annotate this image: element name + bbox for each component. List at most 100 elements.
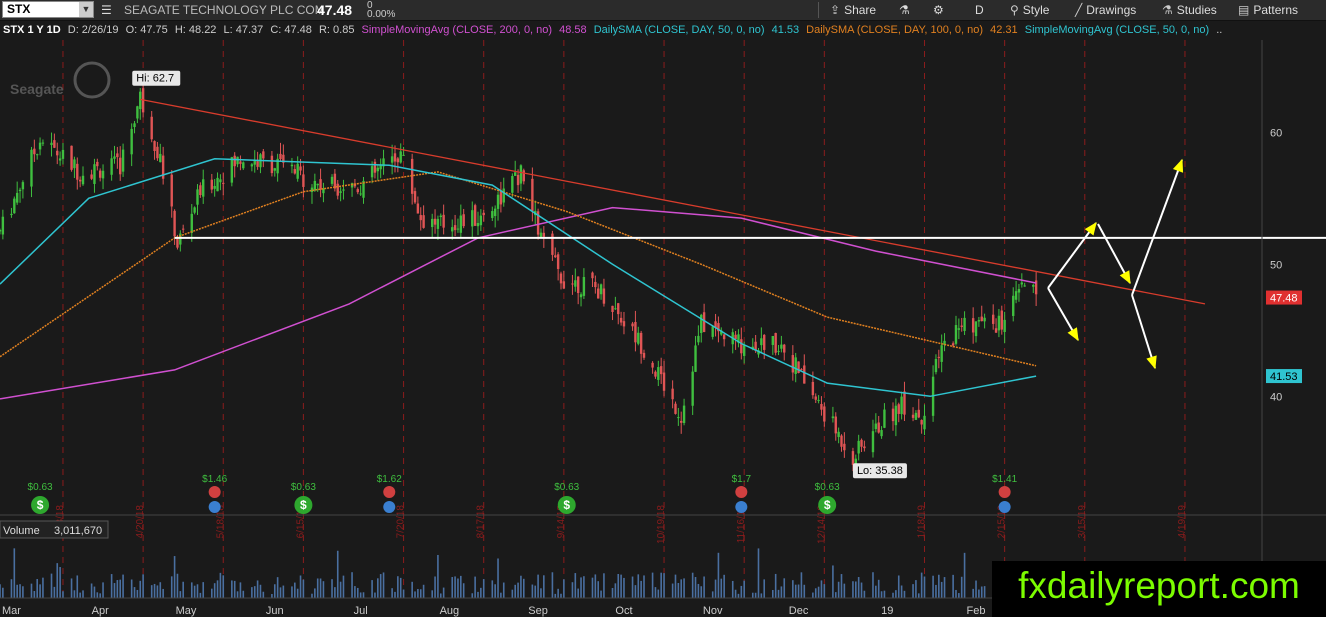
- volume-bar: [10, 579, 13, 598]
- volume-bar: [900, 585, 903, 598]
- patterns-button[interactable]: ▤ Patterns: [1238, 0, 1298, 20]
- candle-body: [379, 165, 382, 170]
- volume-bar: [82, 590, 84, 598]
- company-menu-icon[interactable]: ☰: [101, 0, 112, 20]
- conference-call-icon[interactable]: [735, 501, 748, 513]
- study-sma100-daily[interactable]: DailySMA (CLOSE, DAY, 100, 0, no): [806, 24, 983, 36]
- volume-bar: [162, 588, 164, 598]
- volume-bar: [917, 593, 920, 598]
- volume-bar: [316, 578, 319, 598]
- volume-bar: [500, 592, 502, 598]
- volume-bar: [259, 584, 262, 598]
- volume-bar: [219, 572, 222, 598]
- volume-bar: [797, 584, 800, 598]
- volume-bar: [895, 590, 897, 598]
- volume-bar: [537, 574, 539, 598]
- earnings-icon[interactable]: [735, 486, 748, 498]
- volume-bar: [603, 573, 605, 598]
- volume-bar: [554, 593, 557, 598]
- volume-bar: [331, 579, 333, 598]
- volume-bar: [236, 591, 239, 598]
- candle-body: [159, 153, 162, 163]
- volume-bar: [978, 589, 980, 598]
- low-label: Lo: 35.38: [857, 465, 903, 477]
- patterns-icon: ▤: [1238, 3, 1250, 17]
- candle-body: [920, 420, 923, 425]
- candle-body: [253, 160, 256, 165]
- candle-body: [216, 177, 219, 192]
- volume-bar: [302, 579, 305, 598]
- volume-bar: [883, 590, 886, 598]
- conference-call-icon[interactable]: [998, 501, 1011, 513]
- interval-button[interactable]: D: [975, 0, 984, 20]
- volume-bar: [397, 576, 399, 598]
- earnings-label: $1.41: [992, 474, 1017, 485]
- candle-body: [897, 404, 900, 414]
- candle-body: [81, 175, 85, 185]
- earnings-icon[interactable]: [998, 486, 1011, 498]
- volume-bar: [471, 593, 474, 598]
- gear-icon[interactable]: ⚙: [933, 0, 944, 20]
- style-button[interactable]: ⚲ Style: [1010, 0, 1049, 20]
- candle-body: [559, 273, 563, 284]
- candle-body: [233, 155, 236, 167]
- candle-body: [894, 405, 898, 426]
- symbol-dropdown-icon[interactable]: ▼: [79, 2, 93, 17]
- volume-bar: [356, 587, 359, 598]
- volume-bar: [780, 586, 783, 598]
- month-label: Jul: [354, 605, 368, 617]
- month-label: Mar: [2, 605, 21, 617]
- conference-call-icon[interactable]: [383, 501, 396, 513]
- drawings-button[interactable]: ╱ Drawings: [1075, 0, 1136, 20]
- volume-bar: [431, 590, 433, 598]
- price-chart[interactable]: 3/23/184/20/185/18/186/15/187/20/188/17/…: [0, 40, 1326, 617]
- volume-bar: [751, 592, 754, 598]
- volume-bar: [394, 591, 396, 598]
- candle-body: [222, 182, 225, 184]
- candle-body: [342, 189, 345, 191]
- candle-body: [90, 174, 93, 179]
- price-tick-label: 60: [1270, 127, 1282, 139]
- studies-button[interactable]: ⚗ Studies: [1162, 0, 1217, 20]
- volume-bar: [551, 572, 554, 598]
- candle-body: [1, 216, 5, 235]
- candle-body: [459, 215, 463, 233]
- earnings-icon[interactable]: [208, 486, 221, 498]
- candle-body: [614, 308, 617, 310]
- candle-body: [213, 185, 216, 189]
- earnings-icon[interactable]: [383, 486, 396, 498]
- volume-bar: [190, 582, 193, 598]
- volume-bar: [617, 573, 620, 598]
- candle-body: [270, 155, 274, 174]
- volume-bar: [591, 577, 594, 598]
- volume-bar: [251, 587, 253, 598]
- volume-bar: [840, 574, 843, 598]
- volume-bar: [419, 589, 422, 598]
- volume-bar: [339, 581, 342, 598]
- volume-bar: [39, 584, 41, 598]
- candle-body: [190, 213, 193, 233]
- candle-body: [299, 166, 302, 171]
- conference-call-icon[interactable]: [208, 501, 221, 513]
- volume-bar: [382, 572, 385, 598]
- study-sma50[interactable]: SimpleMovingAvg (CLOSE, 50, 0, no): [1025, 24, 1209, 36]
- volume-bar: [33, 591, 36, 598]
- volume-bar: [734, 589, 737, 598]
- volume-bar: [480, 587, 482, 598]
- candle-body: [780, 344, 783, 349]
- study-sma50-daily[interactable]: DailySMA (CLOSE, DAY, 50, 0, no): [594, 24, 765, 36]
- study-more[interactable]: ..: [1216, 24, 1222, 36]
- candle-body: [38, 142, 42, 150]
- share-button[interactable]: ⇪ Share: [830, 0, 876, 20]
- volume-bar: [720, 578, 723, 598]
- symbol-input[interactable]: STX ▼: [2, 1, 94, 18]
- volume-bar: [580, 577, 582, 598]
- volume-bar: [700, 586, 703, 598]
- flask-icon[interactable]: ⚗: [899, 0, 910, 20]
- info-range: R: 0.85: [318, 24, 355, 36]
- study-sma200[interactable]: SimpleMovingAvg (CLOSE, 200, 0, no): [362, 24, 553, 36]
- volume-bar: [574, 573, 577, 598]
- volume-bar: [583, 576, 585, 598]
- volume-bar: [294, 582, 296, 598]
- candle-body: [591, 272, 594, 279]
